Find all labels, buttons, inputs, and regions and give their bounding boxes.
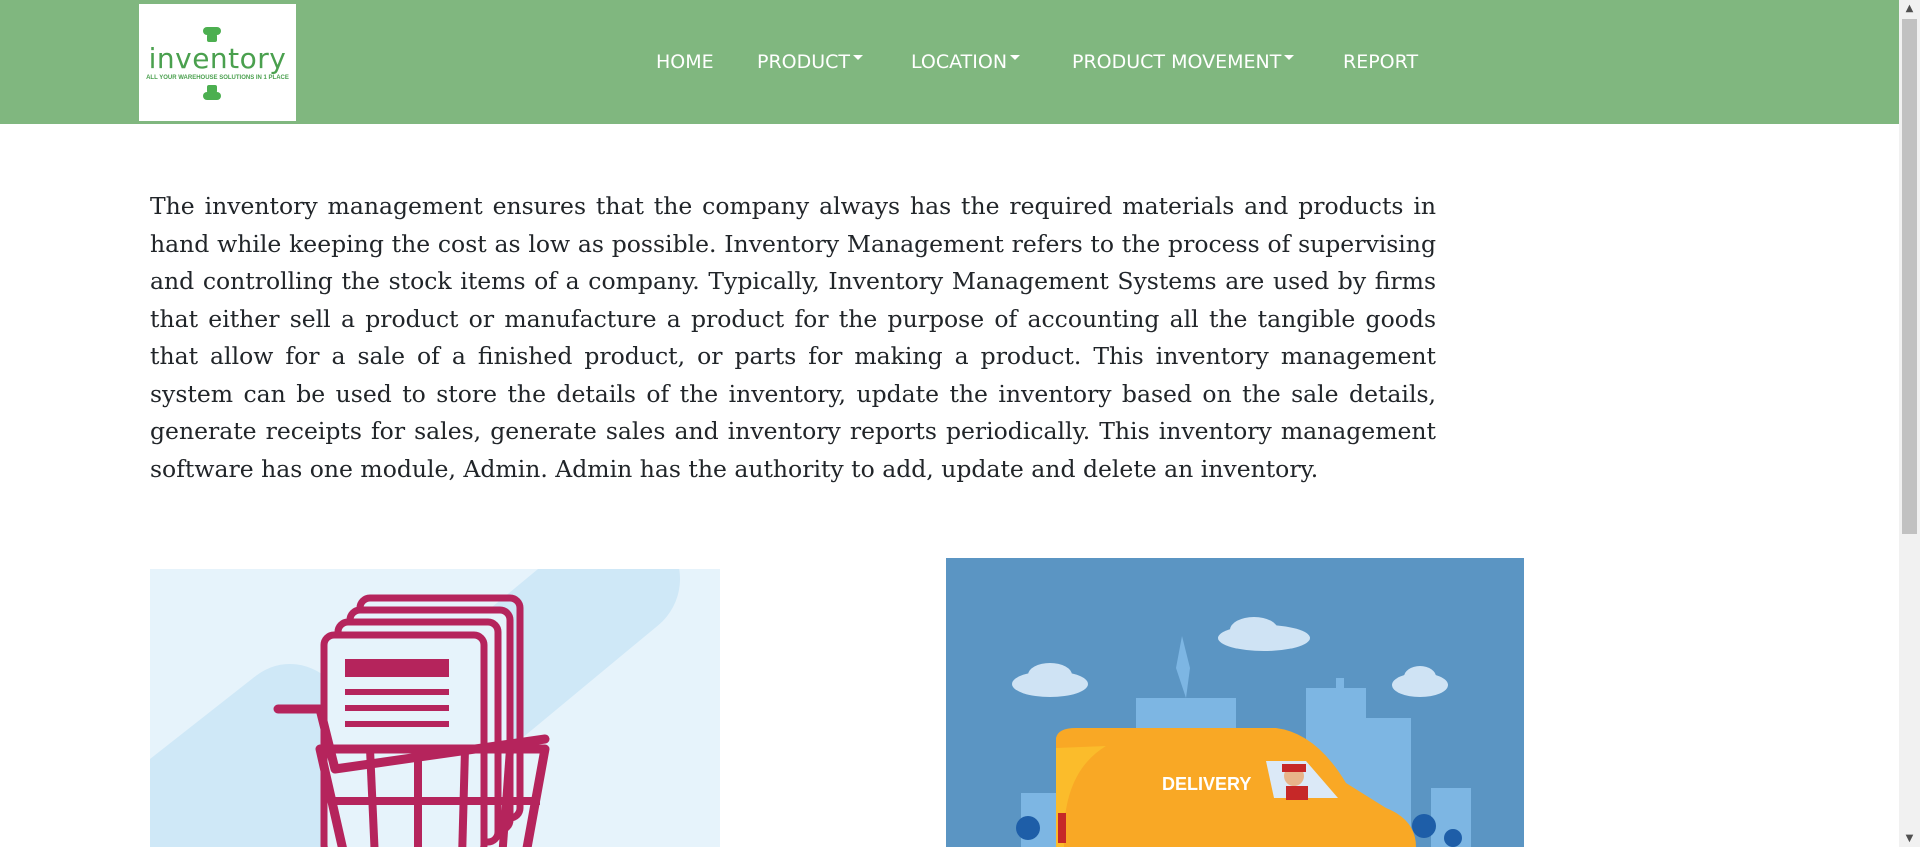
nav-product[interactable]: PRODUCT bbox=[757, 51, 864, 75]
shopping-cart-icon bbox=[150, 569, 680, 847]
logo-bolt-bottom bbox=[203, 92, 221, 100]
nav-home[interactable]: HOME bbox=[656, 51, 714, 75]
scrollbar-thumb[interactable] bbox=[1902, 19, 1917, 534]
delivery-van-icon: DELIVERY bbox=[1012, 617, 1471, 847]
nav-report-label: REPORT bbox=[1343, 51, 1419, 73]
nav-product-movement[interactable]: PRODUCT MOVEMENT bbox=[1072, 51, 1295, 75]
intro-paragraph: The inventory management ensures that th… bbox=[150, 192, 1436, 483]
scroll-up-icon[interactable]: ▲ bbox=[1899, 0, 1920, 17]
page: inventory ALL YOUR WAREHOUSE SOLUTIONS I… bbox=[0, 0, 1899, 847]
delivery-van-illustration: DELIVERY bbox=[946, 558, 1524, 847]
chevron-down-icon bbox=[1010, 55, 1021, 60]
delivery-label: DELIVERY bbox=[1162, 774, 1251, 794]
nav-home-label: HOME bbox=[656, 51, 714, 73]
logo-bolt-top-stem bbox=[207, 34, 217, 42]
chevron-down-icon bbox=[853, 55, 864, 60]
nav-location[interactable]: LOCATION bbox=[911, 51, 1021, 75]
vertical-scrollbar[interactable]: ▲ ▼ bbox=[1899, 0, 1920, 847]
nav-product-movement-label: PRODUCT MOVEMENT bbox=[1072, 51, 1282, 73]
inventory-cart-illustration bbox=[150, 569, 720, 847]
navbar: inventory ALL YOUR WAREHOUSE SOLUTIONS I… bbox=[0, 0, 1899, 124]
nav-report[interactable]: REPORT bbox=[1343, 51, 1418, 75]
nav-location-label: LOCATION bbox=[911, 51, 1008, 73]
nav-product-label: PRODUCT bbox=[757, 51, 851, 73]
brand-name: inventory bbox=[148, 42, 287, 75]
brand-tagline: ALL YOUR WAREHOUSE SOLUTIONS IN 1 PLACE bbox=[146, 75, 289, 81]
chevron-down-icon bbox=[1284, 55, 1295, 60]
scroll-down-icon[interactable]: ▼ bbox=[1899, 830, 1920, 847]
brand-logo[interactable]: inventory ALL YOUR WAREHOUSE SOLUTIONS I… bbox=[139, 4, 296, 121]
